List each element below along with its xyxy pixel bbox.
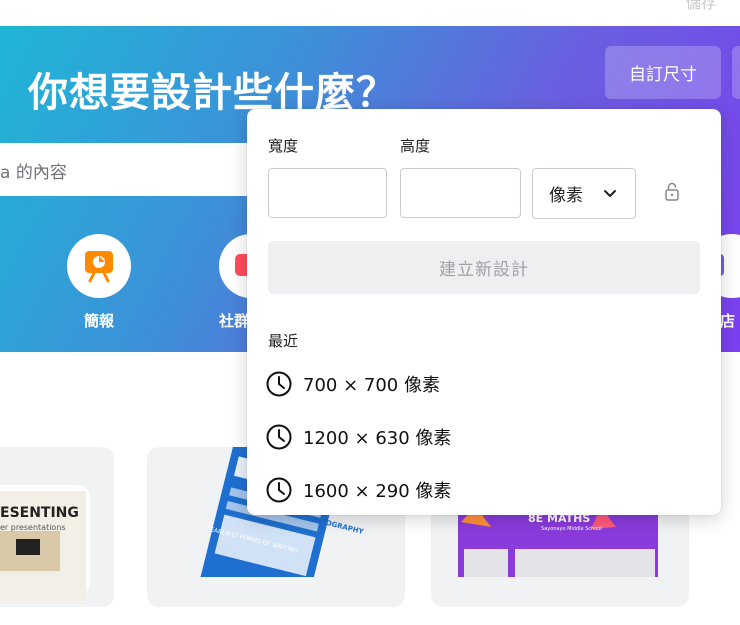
width-input[interactable] [268, 168, 387, 218]
search-placeholder: a 的內容 [0, 163, 67, 183]
recent-item-label: 1200 × 630 像素 [303, 428, 452, 449]
upload-button[interactable] [732, 46, 740, 99]
top-bar: 儲存 [0, 0, 740, 26]
recent-item-label: 700 × 700 像素 [303, 375, 440, 396]
clock-icon [265, 370, 293, 398]
recent-heading: 最近 [268, 332, 299, 350]
card-subtitle: Sayonayo Middle School [541, 526, 602, 532]
recent-item[interactable]: 1600 × 290 像素 [265, 472, 705, 508]
category-label: 簡報 [83, 312, 114, 330]
width-label: 寬度 [268, 137, 299, 155]
card-subtitle: er presentations [0, 523, 66, 532]
card-title: ESENTING [0, 505, 79, 521]
lock-icon[interactable] [664, 182, 680, 206]
save-label[interactable]: 儲存 [686, 0, 716, 13]
recent-item[interactable]: 1200 × 630 像素 [265, 419, 705, 455]
create-design-button[interactable]: 建立新設計 [268, 241, 700, 294]
template-card[interactable]: ESENTING er presentations [0, 447, 114, 607]
height-input[interactable] [400, 168, 521, 218]
chevron-down-icon [603, 186, 617, 206]
clock-icon [265, 423, 293, 451]
custom-size-popover: 寬度 高度 像素 建立新設計 最近 700 × 700 像素 1200 × 63… [247, 109, 721, 515]
height-label: 高度 [400, 137, 431, 155]
unit-select[interactable]: 像素 [532, 168, 636, 219]
presentation-icon [67, 234, 131, 298]
custom-size-button[interactable]: 自訂尺寸 [605, 46, 721, 99]
recent-item[interactable]: 700 × 700 像素 [265, 366, 705, 402]
clock-icon [265, 476, 293, 504]
recent-item-label: 1600 × 290 像素 [303, 481, 452, 502]
category-presentation[interactable]: 簡報 [67, 234, 131, 331]
unit-select-value: 像素 [549, 186, 583, 206]
